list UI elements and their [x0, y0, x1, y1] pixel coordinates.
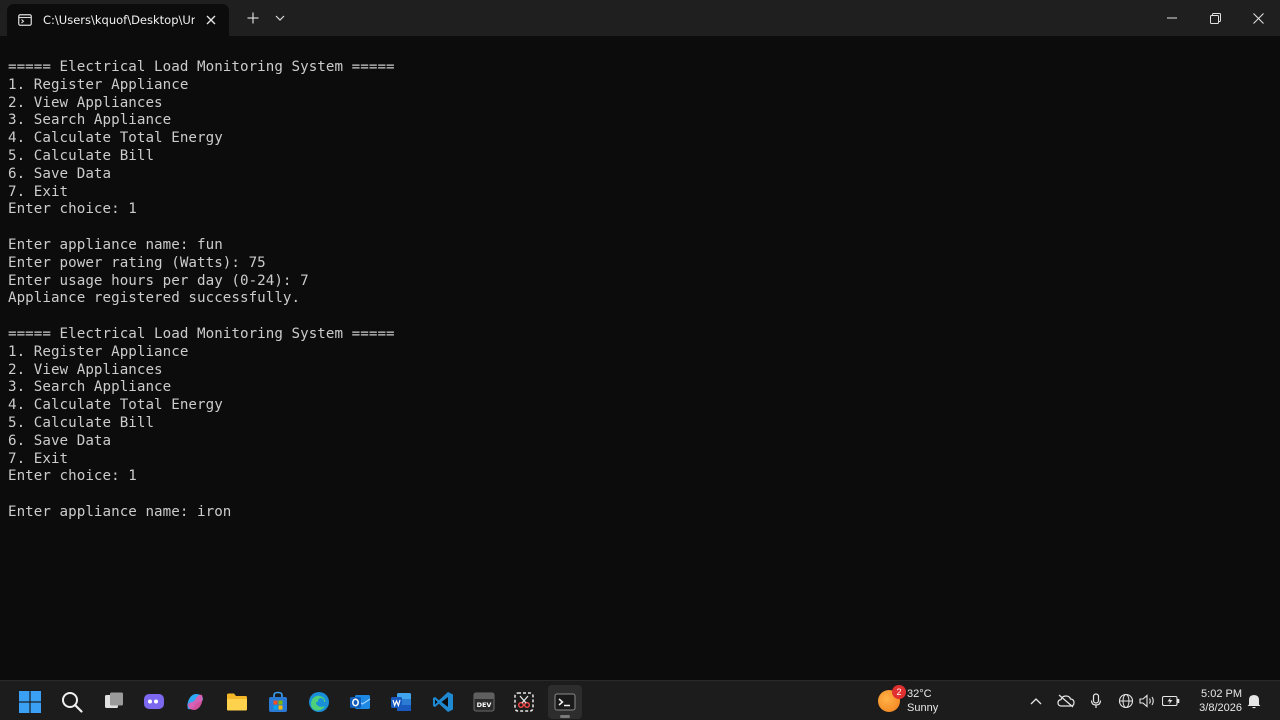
restore-icon — [1209, 12, 1221, 24]
terminal-line: Enter appliance name: fun — [8, 236, 223, 253]
new-tab-button[interactable] — [239, 6, 267, 30]
close-tab-icon[interactable] — [201, 10, 221, 30]
windows-start-icon[interactable] — [13, 685, 47, 719]
terminal-line: 6. Save Data — [8, 432, 112, 449]
taskbar: DEV 2 32°C Sunny 5:02 PM 3/8/2026 — [0, 680, 1280, 720]
weather-widget[interactable]: 2 32°C Sunny — [878, 685, 948, 717]
weather-temperature: 32°C — [907, 688, 932, 700]
terminal-tab-icon — [17, 12, 33, 28]
dev-tools-icon[interactable]: DEV — [467, 685, 501, 719]
chevron-down-icon — [275, 15, 285, 21]
terminal-line: 1. Register Appliance — [8, 343, 189, 360]
search-icon[interactable] — [55, 685, 89, 719]
terminal-line: 5. Calculate Bill — [8, 147, 155, 164]
weather-condition: Sunny — [907, 702, 939, 714]
microsoft-store-icon[interactable] — [261, 685, 295, 719]
network-globe-icon[interactable] — [1116, 691, 1136, 711]
task-view-icon[interactable] — [97, 685, 131, 719]
volume-icon[interactable] — [1138, 691, 1158, 711]
terminal-line: ===== Electrical Load Monitoring System … — [8, 59, 395, 75]
show-hidden-icons-chevron-up-icon[interactable] — [1026, 691, 1046, 711]
cloud-sync-off-icon[interactable] — [1056, 691, 1076, 711]
terminal-line: 5. Calculate Bill — [8, 414, 155, 431]
clock-date: 3/8/2026 — [1199, 702, 1242, 714]
terminal-line: Enter choice: 1 — [8, 468, 137, 485]
teams-chat-icon[interactable] — [137, 685, 171, 719]
clock-time: 5:02 PM — [1201, 688, 1242, 700]
close-icon — [1252, 12, 1264, 24]
maximize-button[interactable] — [1193, 0, 1237, 36]
plus-icon — [247, 12, 259, 24]
snipping-tool-icon[interactable] — [507, 685, 541, 719]
sun-icon: 2 — [878, 685, 906, 712]
svg-text:DEV: DEV — [477, 701, 492, 709]
minimize-icon — [1167, 17, 1177, 19]
terminal-line: Enter appliance name: iron — [8, 503, 232, 520]
terminal-line: Enter usage hours per day (0-24): 7 — [8, 272, 309, 289]
outlook-icon[interactable] — [343, 685, 377, 719]
terminal-line: 2. View Appliances — [8, 361, 163, 378]
tab-dropdown-button[interactable] — [266, 6, 294, 30]
terminal-line: 7. Exit — [8, 183, 69, 200]
edge-icon[interactable] — [302, 685, 336, 719]
system-clock[interactable]: 5:02 PM 3/8/2026 — [1186, 687, 1242, 715]
copilot-icon[interactable] — [178, 685, 212, 719]
notification-bell-icon[interactable] — [1244, 691, 1264, 711]
battery-charging-icon[interactable] — [1161, 691, 1181, 711]
close-window-button[interactable] — [1236, 0, 1280, 36]
terminal-line: 3. Search Appliance — [8, 379, 172, 396]
terminal-line: Appliance registered successfully. — [8, 290, 301, 307]
terminal-line: 7. Exit — [8, 450, 69, 467]
title-bar: C:\Users\kquof\Desktop\Untit — [0, 0, 1280, 36]
terminal-output[interactable]: ===== Electrical Load Monitoring System … — [0, 36, 1280, 680]
microphone-icon[interactable] — [1086, 691, 1106, 711]
active-app-indicator — [560, 715, 570, 718]
terminal-line: 3. Search Appliance — [8, 112, 172, 129]
terminal-line: Enter power rating (Watts): 75 — [8, 254, 266, 271]
minimize-button[interactable] — [1150, 0, 1194, 36]
word-icon[interactable] — [384, 685, 418, 719]
terminal-line: Enter choice: 1 — [8, 201, 137, 218]
terminal-line: 1. Register Appliance — [8, 76, 189, 93]
terminal-tab[interactable]: C:\Users\kquof\Desktop\Untit — [7, 4, 229, 36]
terminal-line: 2. View Appliances — [8, 94, 163, 111]
terminal-line: ===== Electrical Load Monitoring System … — [8, 325, 395, 342]
terminal-line: 4. Calculate Total Energy — [8, 130, 223, 147]
notification-badge: 2 — [892, 685, 906, 699]
vscode-icon[interactable] — [426, 685, 460, 719]
file-explorer-icon[interactable] — [220, 685, 254, 719]
tab-title: C:\Users\kquof\Desktop\Untit — [43, 13, 195, 27]
terminal-icon[interactable] — [548, 685, 582, 719]
terminal-line: 6. Save Data — [8, 165, 112, 182]
terminal-line: 4. Calculate Total Energy — [8, 397, 223, 414]
